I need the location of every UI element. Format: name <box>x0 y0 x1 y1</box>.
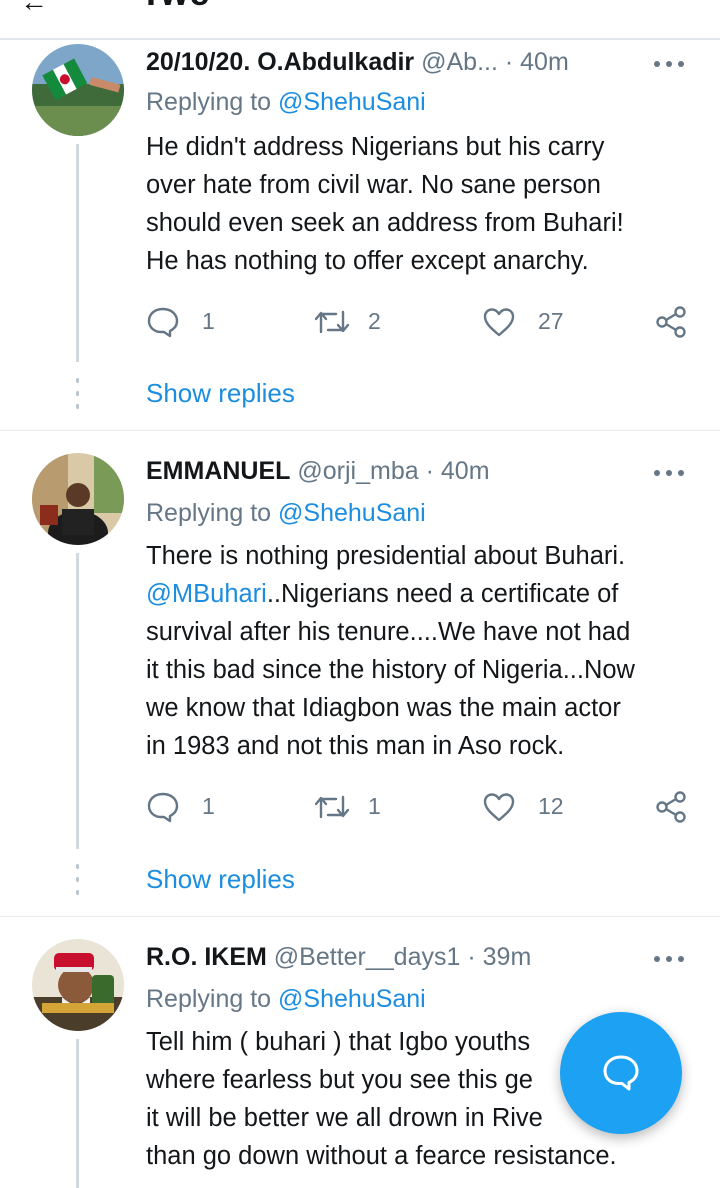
thread-line <box>76 144 79 362</box>
tweet-text-line: @MBuhari..Nigerians need a certificate o… <box>146 575 696 613</box>
comment-bubble-icon <box>147 307 179 338</box>
display-name[interactable]: EMMANUEL <box>146 457 290 485</box>
share-button[interactable] <box>654 302 694 342</box>
tweet-text: He didn't address Nigerians but his carr… <box>146 128 696 280</box>
reply-compose-icon <box>603 1055 639 1091</box>
tweet-actions: 1 1 12 <box>146 787 706 827</box>
replying-to-mention[interactable]: @ShehuSani <box>278 499 426 527</box>
like-button[interactable]: 12 <box>482 787 572 827</box>
timestamp[interactable]: 40m <box>520 48 569 76</box>
heart-icon <box>483 793 515 822</box>
tweet-header: EMMANUEL @orji_mba · 40m <box>146 457 490 493</box>
compose-reply-button[interactable] <box>560 1012 682 1134</box>
tweet-text-line: There is nothing presidential about Buha… <box>146 542 626 570</box>
tweet-text-line: He has nothing to offer except anarchy. <box>146 247 589 275</box>
thread-continuation-dots <box>76 378 79 412</box>
tweet-text-line: it this bad since the history of Nigeria… <box>146 656 635 684</box>
tweet-text-line: in 1983 and not this man in Aso rock. <box>146 732 565 760</box>
show-replies-link[interactable]: Show replies <box>146 864 295 895</box>
heart-icon <box>483 308 515 337</box>
tweet-text-line: He didn't address Nigerians but his carr… <box>146 133 605 161</box>
replying-to: Replying to @ShehuSani <box>146 88 426 117</box>
replying-to: Replying to @ShehuSani <box>146 985 426 1014</box>
user-handle[interactable]: @Ab... <box>421 48 498 76</box>
reply-tweet[interactable]: EMMANUEL @orji_mba · 40m Replying to @Sh… <box>0 431 720 916</box>
comment-bubble-icon <box>147 792 179 823</box>
more-dots-icon[interactable] <box>654 54 686 74</box>
replying-to-label: Replying to <box>146 499 279 527</box>
tweet-text-line: should even seek an address from Buhari! <box>146 209 624 237</box>
tweet-header: 20/10/20. O.Abdulkadir @Ab... · 40m <box>146 48 569 84</box>
share-icon <box>656 791 686 823</box>
retweet-icon <box>314 310 350 334</box>
thread-line <box>76 1039 79 1188</box>
separator-dot: · <box>504 48 514 76</box>
display-name[interactable]: 20/10/20. O.Abdulkadir <box>146 48 414 76</box>
tweet-text-line: survival after his tenure....We have not… <box>146 618 631 646</box>
replying-to-label: Replying to <box>146 88 279 116</box>
tweet-text-fragment: ..Nigerians need a certificate of <box>266 580 619 608</box>
retweet-button[interactable]: 1 <box>312 787 392 827</box>
replying-to-mention[interactable]: @ShehuSani <box>278 88 426 116</box>
tweet-actions: 1 2 27 <box>146 302 706 342</box>
separator-dot: · <box>425 457 434 485</box>
tweet-text-line: over hate from civil war. No sane person <box>146 171 601 199</box>
more-dots-icon[interactable] <box>654 463 686 483</box>
user-handle[interactable]: @orji_mba <box>297 457 418 485</box>
avatar[interactable] <box>32 939 124 1031</box>
retweet-button[interactable]: 2 <box>312 302 392 342</box>
timestamp[interactable]: 39m <box>483 943 532 971</box>
page-title: Twe <box>140 0 210 14</box>
reply-count: 1 <box>202 793 215 819</box>
tweet-text-line: we know that Idiagbon was the main actor <box>146 694 621 722</box>
retweet-count: 2 <box>368 308 381 334</box>
user-handle[interactable]: @Better__days1 <box>274 943 461 971</box>
inline-mention[interactable]: @MBuhari <box>146 580 267 608</box>
thread-continuation-dots <box>76 864 79 898</box>
display-name[interactable]: R.O. IKEM <box>146 943 267 971</box>
retweet-icon <box>314 795 350 819</box>
like-count: 27 <box>538 308 564 334</box>
more-dots-icon[interactable] <box>654 949 686 969</box>
show-replies-link[interactable]: Show replies <box>146 378 295 409</box>
retweet-count: 1 <box>368 793 381 819</box>
like-button[interactable]: 27 <box>482 302 572 342</box>
share-icon <box>656 306 686 338</box>
tweet-text: There is nothing presidential about Buha… <box>146 537 696 765</box>
avatar[interactable] <box>32 453 124 545</box>
reply-count: 1 <box>202 308 215 334</box>
reply-button[interactable]: 1 <box>146 787 226 827</box>
avatar[interactable] <box>32 44 124 136</box>
like-count: 12 <box>538 793 564 819</box>
separator-dot: · <box>467 943 476 971</box>
timestamp[interactable]: 40m <box>441 457 490 485</box>
tweet-text-line: than go down without a fearce resistance… <box>146 1142 617 1170</box>
tweet-header: R.O. IKEM @Better__days1 · 39m <box>146 943 531 979</box>
reply-button[interactable]: 1 <box>146 302 226 342</box>
top-app-bar: ← Twe <box>0 0 720 40</box>
thread-line <box>76 553 79 849</box>
share-button[interactable] <box>654 787 694 827</box>
back-arrow-icon[interactable]: ← <box>20 0 48 18</box>
reply-tweet[interactable]: 20/10/20. O.Abdulkadir @Ab... · 40m Repl… <box>0 40 720 430</box>
replying-to: Replying to @ShehuSani <box>146 499 426 528</box>
replying-to-mention[interactable]: @ShehuSani <box>278 985 426 1013</box>
replying-to-label: Replying to <box>146 985 279 1013</box>
